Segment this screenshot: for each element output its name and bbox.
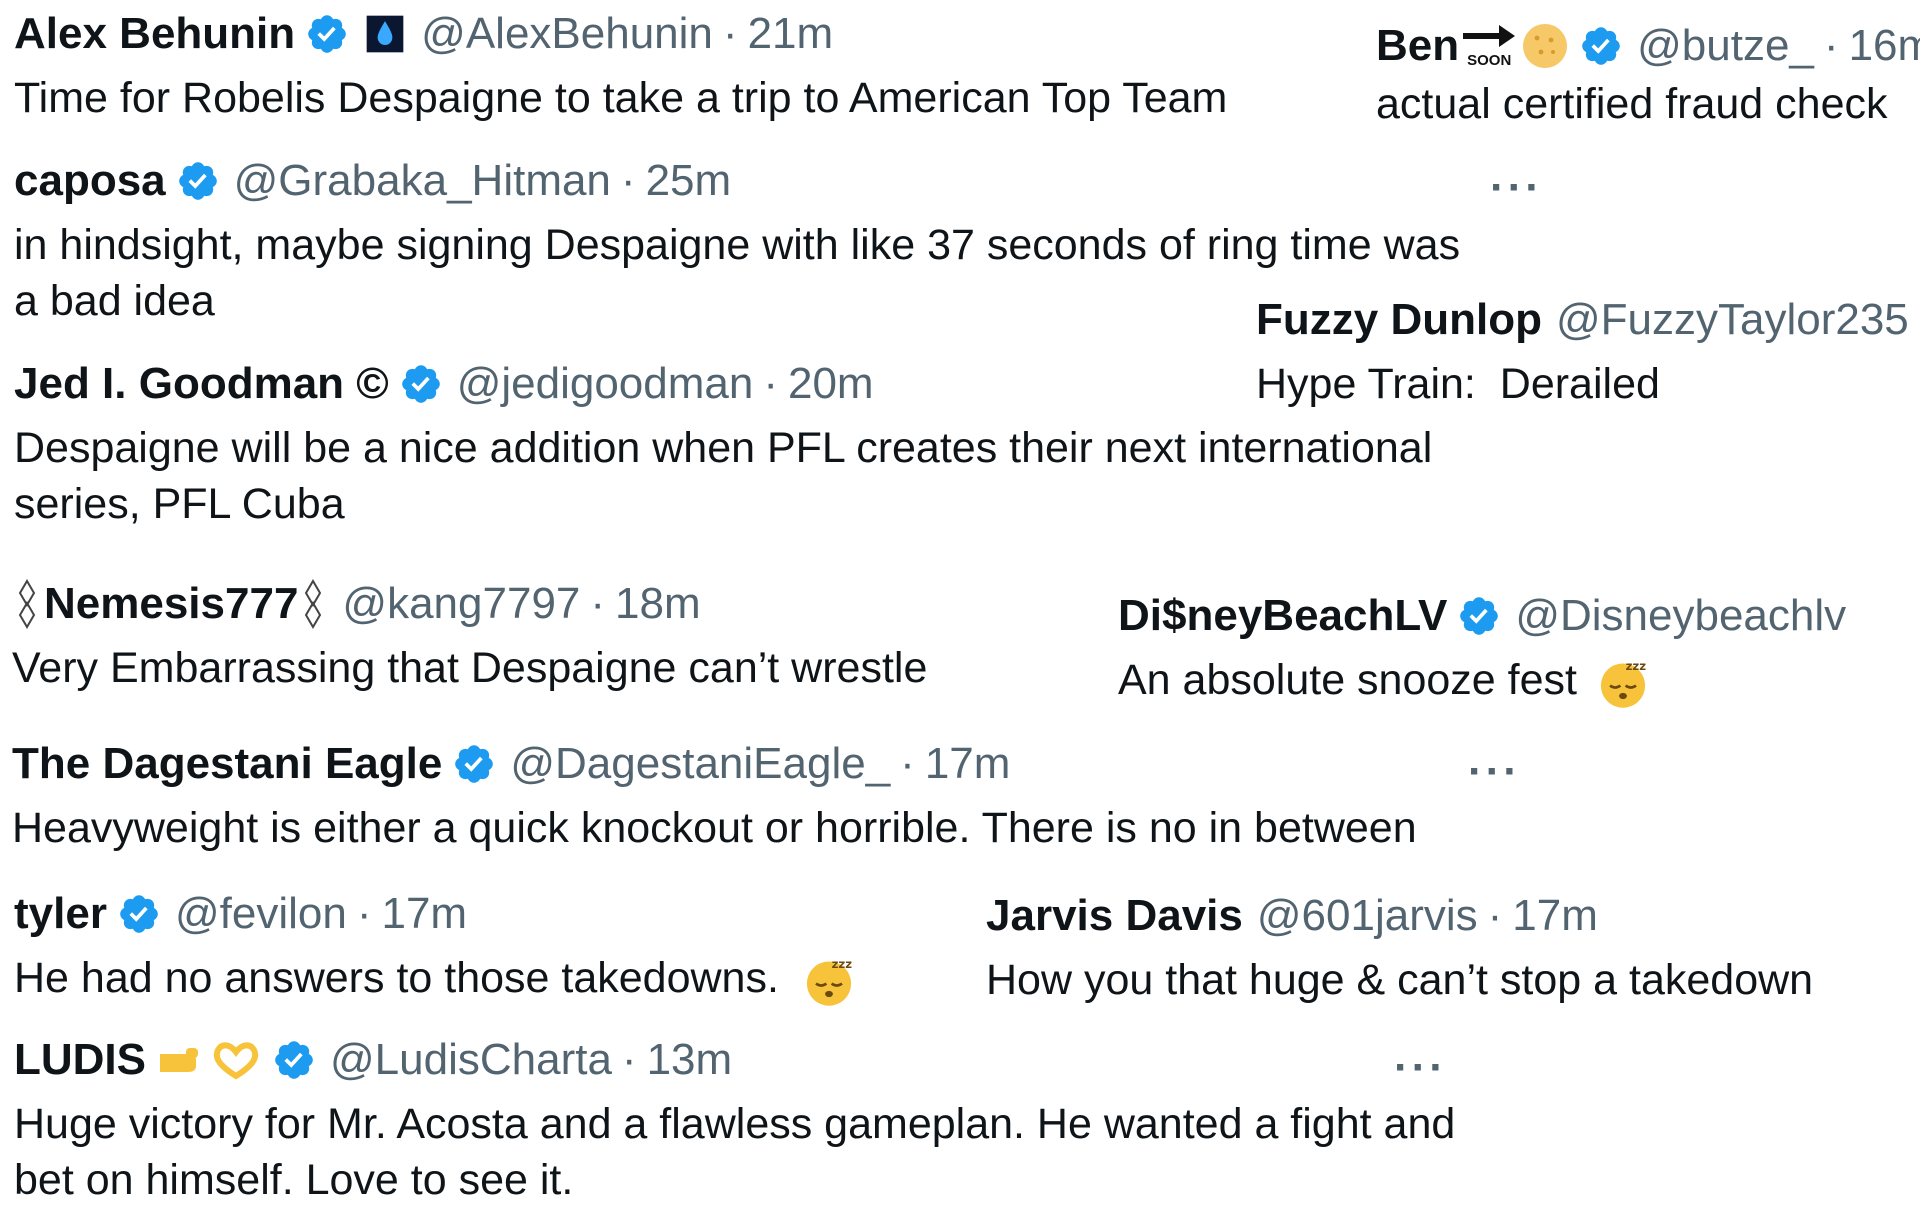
user-handle[interactable]: @Disneybeachlv	[1515, 594, 1846, 638]
timestamp[interactable]: 13m	[647, 1038, 733, 1082]
timestamp[interactable]: 16m	[1849, 24, 1920, 68]
display-name[interactable]: Nemesis777	[44, 582, 298, 626]
user-handle[interactable]: @DagestaniEagle_	[510, 742, 890, 786]
tweet-disneybeachlv[interactable]: Di$neyBeachLV @Disneybeachlv An absolute…	[1118, 588, 1846, 709]
timestamp[interactable]: 21m	[748, 12, 834, 56]
separator-dot: ·	[590, 579, 606, 628]
tweet-text: An absolute snooze fest	[1118, 652, 1846, 709]
verified-badge-icon	[399, 362, 443, 406]
timestamp[interactable]: 20m	[788, 362, 874, 406]
separator-dot: ·	[722, 9, 738, 58]
tweet-text-line-1: in hindsight, maybe signing Despaigne wi…	[14, 221, 1461, 269]
arrow-soon-icon: SOON	[1461, 21, 1517, 71]
tweet-tyler[interactable]: tyler @fevilon · 17m He had no answers t…	[14, 886, 855, 1007]
separator-dot: ·	[763, 359, 778, 408]
tweet-header: Jed I. Goodman © @jedigoodman · 20m	[14, 356, 1432, 412]
tweet-nemesis777[interactable]: Nemesis777 @kang7797 · 18m Very Embarras…	[12, 576, 927, 696]
tweet-text-line-2: series, PFL Cuba	[14, 480, 345, 528]
more-options-icon[interactable]: ···	[1394, 1046, 1447, 1090]
tweet-header: Nemesis777 @kang7797 · 18m	[12, 576, 927, 632]
sparkle-icon	[18, 579, 36, 629]
more-options-icon[interactable]: ···	[1468, 750, 1521, 794]
separator-dot: ·	[1487, 891, 1503, 940]
tweet-text: He had no answers to those takedowns.	[14, 950, 855, 1007]
timestamp[interactable]: 17m	[381, 892, 467, 936]
tweet-header: Ben SOON @butze_ · 16m	[1376, 18, 1920, 74]
separator-dot: ·	[620, 156, 636, 205]
sleeping-face-emoji	[803, 955, 855, 1007]
tweet-text: Despaigne will be a nice addition when P…	[14, 420, 1432, 532]
soon-label: SOON	[1467, 52, 1512, 69]
display-name[interactable]: tyler	[14, 892, 107, 936]
display-name[interactable]: caposa	[14, 159, 166, 203]
display-name[interactable]: Ben	[1376, 24, 1459, 68]
tweet-header: Fuzzy Dunlop @FuzzyTaylor235	[1256, 292, 1909, 348]
hand-emoji	[160, 1048, 198, 1072]
separator-dot: ·	[900, 739, 915, 788]
timestamp[interactable]: 17m	[1512, 894, 1598, 938]
tweet-text: How you that huge & can’t stop a takedow…	[986, 956, 1814, 1004]
user-handle[interactable]: @butze_	[1637, 24, 1814, 68]
verified-badge-icon	[452, 742, 496, 786]
timestamp[interactable]: 25m	[646, 159, 732, 203]
heart-hands-emoji	[213, 1042, 259, 1080]
separator-dot: ·	[621, 1035, 637, 1084]
verified-badge-icon	[117, 892, 161, 936]
verified-badge-icon	[176, 159, 220, 203]
tweet-caposa[interactable]: caposa @Grabaka_Hitman · 25m in hindsigh…	[14, 153, 1460, 329]
tweet-alex-behunin[interactable]: Alex Behunin @AlexBehunin · 21m Time for…	[14, 6, 1227, 126]
sleeping-face-emoji	[1597, 657, 1649, 709]
tweet-header: Di$neyBeachLV @Disneybeachlv	[1118, 588, 1846, 644]
display-name[interactable]: Fuzzy Dunlop	[1256, 298, 1542, 342]
display-name[interactable]: Alex Behunin	[14, 12, 295, 56]
tweet-text-line-2: a bad idea	[14, 277, 215, 325]
tweet-header: caposa @Grabaka_Hitman · 25m	[14, 153, 1460, 209]
tweet-jed-goodman[interactable]: Jed I. Goodman © @jedigoodman · 20m Desp…	[14, 356, 1432, 532]
tweet-text: Heavyweight is either a quick knockout o…	[12, 804, 1417, 852]
display-name[interactable]: Jed I. Goodman ©	[14, 362, 389, 406]
tweet-text-line-1: Huge victory for Mr. Acosta and a flawle…	[14, 1100, 1456, 1148]
display-name[interactable]: The Dagestani Eagle	[12, 742, 442, 786]
user-handle[interactable]: @601jarvis	[1257, 894, 1478, 938]
tweet-text-line-1: Despaigne will be a nice addition when P…	[14, 424, 1433, 472]
verified-badge-icon	[1579, 24, 1623, 68]
more-options-icon[interactable]: ···	[1490, 166, 1543, 210]
display-name[interactable]: Jarvis Davis	[986, 894, 1243, 938]
tweet-text-content: An absolute snooze fest	[1118, 656, 1577, 704]
verified-badge-icon	[1457, 594, 1501, 638]
user-handle[interactable]: @kang7797	[342, 582, 580, 626]
tweet-header: tyler @fevilon · 17m	[14, 886, 855, 942]
display-name[interactable]: Di$neyBeachLV	[1118, 594, 1447, 638]
tweet-header: The Dagestani Eagle @DagestaniEagle_ · 1…	[12, 736, 1417, 792]
tweet-text-content: He had no answers to those takedowns.	[14, 954, 779, 1002]
user-handle[interactable]: @FuzzyTaylor235	[1556, 298, 1909, 342]
timestamp[interactable]: 18m	[615, 582, 701, 626]
separator-dot: ·	[356, 889, 372, 938]
display-name[interactable]: LUDIS	[14, 1038, 146, 1082]
tweet-header: Alex Behunin @AlexBehunin · 21m	[14, 6, 1227, 62]
user-handle[interactable]: @jedigoodman	[457, 362, 754, 406]
tweet-text: Huge victory for Mr. Acosta and a flawle…	[14, 1096, 1455, 1208]
verified-badge-icon	[272, 1038, 316, 1082]
verified-badge-icon	[305, 12, 349, 56]
tweet-ben[interactable]: Ben SOON @butze_ · 16m actual certified …	[1376, 18, 1920, 132]
tweet-text: Very Embarrassing that Despaigne can’t w…	[12, 644, 928, 692]
tweet-text: actual certified fraud check	[1376, 80, 1888, 128]
tweet-dagestani-eagle[interactable]: The Dagestani Eagle @DagestaniEagle_ · 1…	[12, 736, 1417, 856]
tweet-text: Time for Robelis Despaigne to take a tri…	[14, 74, 1228, 122]
tweet-ludis[interactable]: LUDIS @LudisCharta · 13m Huge victory fo…	[14, 1032, 1455, 1208]
user-handle[interactable]: @fevilon	[175, 892, 347, 936]
user-handle[interactable]: @Grabaka_Hitman	[234, 159, 611, 203]
user-handle[interactable]: @LudisCharta	[330, 1038, 612, 1082]
separator-dot: ·	[1823, 21, 1839, 70]
water-drop-icon	[366, 15, 404, 53]
cookie-emoji	[1523, 24, 1568, 68]
timestamp[interactable]: 17m	[925, 742, 1011, 786]
tweet-jarvis-davis[interactable]: Jarvis Davis @601jarvis · 17m How you th…	[986, 888, 1813, 1008]
tweet-text: in hindsight, maybe signing Despaigne wi…	[14, 217, 1460, 329]
tweet-header: Jarvis Davis @601jarvis · 17m	[986, 888, 1813, 944]
tweet-header: LUDIS @LudisCharta · 13m	[14, 1032, 1455, 1088]
user-handle[interactable]: @AlexBehunin	[421, 12, 713, 56]
sparkle-icon	[305, 579, 322, 629]
